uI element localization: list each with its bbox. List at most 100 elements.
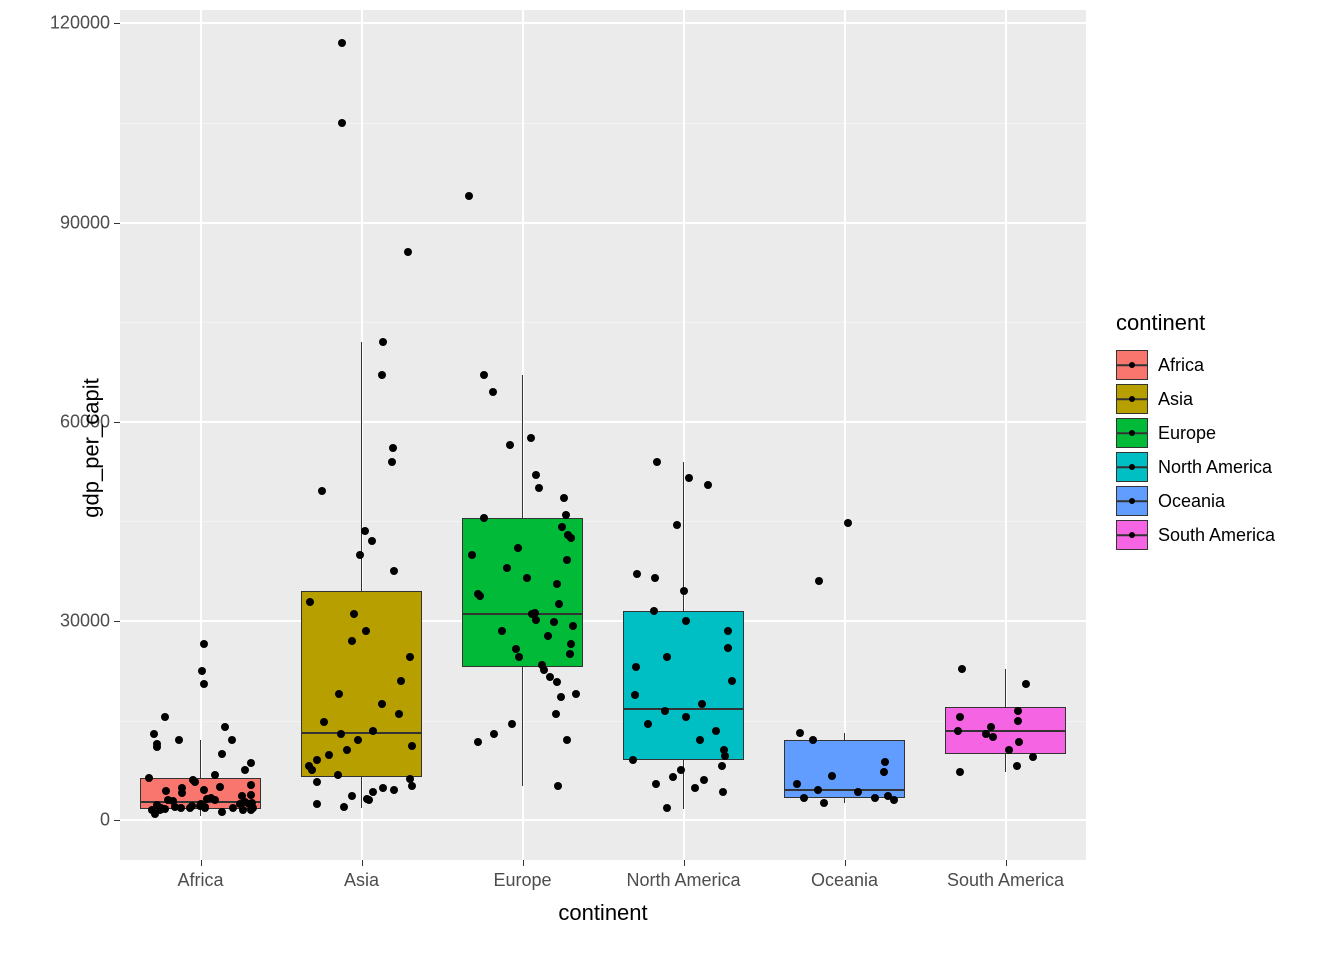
- data-point: [379, 784, 387, 792]
- data-point: [796, 729, 804, 737]
- legend-item: Oceania: [1116, 484, 1275, 518]
- data-point: [506, 441, 514, 449]
- legend-label: Oceania: [1158, 491, 1225, 512]
- data-point: [719, 788, 727, 796]
- data-point: [406, 775, 414, 783]
- data-point: [189, 776, 197, 784]
- data-point: [987, 723, 995, 731]
- legend-key: [1116, 418, 1148, 448]
- data-point: [815, 577, 823, 585]
- data-point: [523, 574, 531, 582]
- data-point: [712, 727, 720, 735]
- data-point: [337, 730, 345, 738]
- data-point: [555, 600, 563, 608]
- data-point: [566, 650, 574, 658]
- data-point: [207, 794, 215, 802]
- data-point: [954, 727, 962, 735]
- data-point: [474, 738, 482, 746]
- data-point: [503, 564, 511, 572]
- data-point: [406, 653, 414, 661]
- data-point: [814, 786, 822, 794]
- data-point: [724, 644, 732, 652]
- data-point: [1014, 717, 1022, 725]
- data-point: [567, 640, 575, 648]
- data-point: [704, 481, 712, 489]
- data-point: [221, 723, 229, 731]
- data-point: [828, 772, 836, 780]
- data-point: [553, 678, 561, 686]
- legend: continent AfricaAsiaEuropeNorth AmericaO…: [1116, 310, 1275, 552]
- data-point: [363, 795, 371, 803]
- data-point: [247, 791, 255, 799]
- data-point: [564, 531, 572, 539]
- data-point: [318, 487, 326, 495]
- legend-item: South America: [1116, 518, 1275, 552]
- data-point: [200, 680, 208, 688]
- data-point: [651, 574, 659, 582]
- x-tick-label: Asia: [344, 860, 379, 891]
- data-point: [512, 645, 520, 653]
- data-point: [334, 771, 342, 779]
- data-point: [238, 792, 246, 800]
- legend-item: North America: [1116, 450, 1275, 484]
- data-point: [508, 720, 516, 728]
- data-point: [854, 788, 862, 796]
- legend-item: Asia: [1116, 382, 1275, 416]
- data-point: [362, 627, 370, 635]
- legend-key: [1116, 384, 1148, 414]
- data-point: [552, 710, 560, 718]
- data-point: [228, 736, 236, 744]
- legend-key: [1116, 486, 1148, 516]
- data-point: [644, 720, 652, 728]
- data-point: [153, 801, 161, 809]
- data-point: [650, 607, 658, 615]
- data-point: [572, 690, 580, 698]
- data-point: [335, 690, 343, 698]
- legend-label: South America: [1158, 525, 1275, 546]
- legend-key: [1116, 520, 1148, 550]
- data-point: [550, 618, 558, 626]
- data-point: [325, 751, 333, 759]
- data-point: [465, 192, 473, 200]
- data-point: [698, 700, 706, 708]
- y-tick-label: 0: [100, 810, 120, 831]
- data-point: [514, 544, 522, 552]
- data-point: [378, 371, 386, 379]
- x-tick-label: North America: [626, 860, 740, 891]
- data-point: [691, 784, 699, 792]
- data-point: [535, 484, 543, 492]
- data-point: [369, 727, 377, 735]
- data-point: [368, 537, 376, 545]
- data-point: [216, 783, 224, 791]
- x-tick-label: Africa: [177, 860, 223, 891]
- data-point: [389, 444, 397, 452]
- data-point: [211, 771, 219, 779]
- data-point: [188, 802, 196, 810]
- data-point: [558, 523, 566, 531]
- legend-label: North America: [1158, 457, 1272, 478]
- data-point: [629, 756, 637, 764]
- data-point: [677, 766, 685, 774]
- data-point: [1015, 738, 1023, 746]
- data-point: [480, 371, 488, 379]
- data-point: [305, 762, 313, 770]
- data-point: [404, 248, 412, 256]
- data-point: [354, 736, 362, 744]
- data-point: [241, 766, 249, 774]
- data-point: [248, 799, 256, 807]
- data-point: [871, 794, 879, 802]
- legend-label: Asia: [1158, 389, 1193, 410]
- data-point: [408, 742, 416, 750]
- data-point: [800, 794, 808, 802]
- data-point: [557, 693, 565, 701]
- data-point: [527, 434, 535, 442]
- data-point: [663, 653, 671, 661]
- data-point: [880, 768, 888, 776]
- x-tick-label: Europe: [493, 860, 551, 891]
- legend-item: Europe: [1116, 416, 1275, 450]
- data-point: [884, 792, 892, 800]
- data-point: [1005, 746, 1013, 754]
- data-point: [397, 677, 405, 685]
- data-point: [153, 740, 161, 748]
- x-tick-label: Oceania: [811, 860, 878, 891]
